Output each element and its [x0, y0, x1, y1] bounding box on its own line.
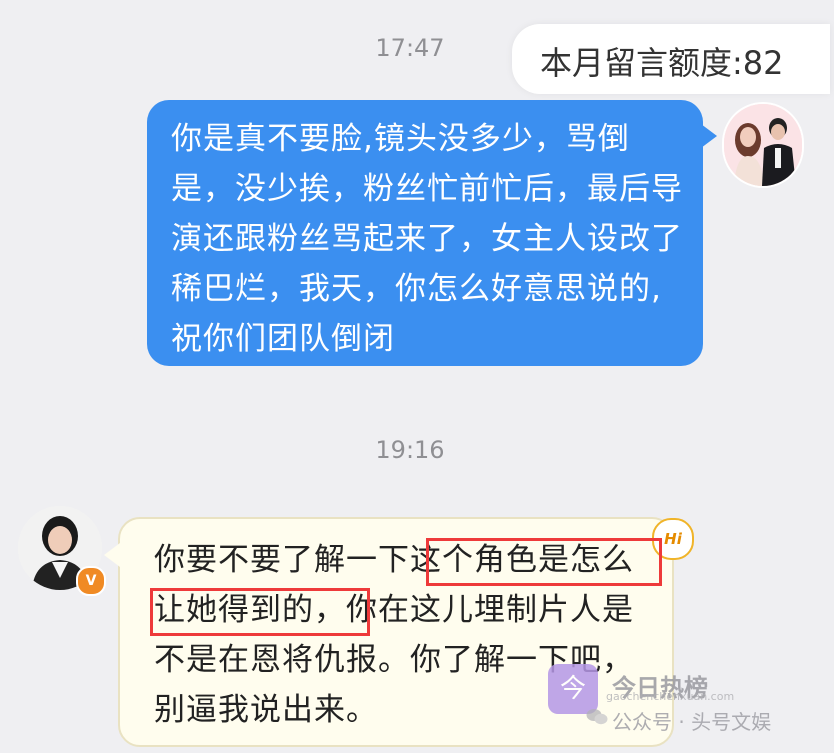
highlight-box	[150, 588, 370, 636]
watermark-url: gaochenchenxuan.com	[606, 690, 735, 703]
received-text-part1: 你要不要了解一下	[154, 542, 410, 578]
avatar-photo	[724, 104, 802, 186]
quota-pill[interactable]: 本月留言额度:82	[512, 24, 830, 94]
timestamp: 19:16	[375, 436, 445, 464]
sent-message-text: 你是真不要脸,镜头没多少，骂倒是，没少挨，粉丝忙前忙后，最后导演还跟粉丝骂起来了…	[171, 121, 683, 357]
quota-text: 本月留言额度:82	[540, 44, 784, 82]
watermark-account: 公众号 · 头号文娱	[612, 710, 772, 734]
user-avatar[interactable]	[724, 104, 802, 186]
verified-badge-icon: V	[76, 566, 106, 596]
wechat-icon	[586, 709, 608, 725]
timestamp: 17:47	[375, 34, 445, 62]
chat-screen: 本月留言额度:82 17:47 你是真不要脸,镜头没多少，骂倒是，没少挨，粉丝忙…	[0, 0, 834, 753]
sent-message-bubble[interactable]: 你是真不要脸,镜头没多少，骂倒是，没少挨，粉丝忙前忙后，最后导演还跟粉丝骂起来了…	[147, 100, 717, 366]
highlight-box	[426, 538, 662, 586]
watermark-logo-icon: 今	[548, 664, 598, 714]
